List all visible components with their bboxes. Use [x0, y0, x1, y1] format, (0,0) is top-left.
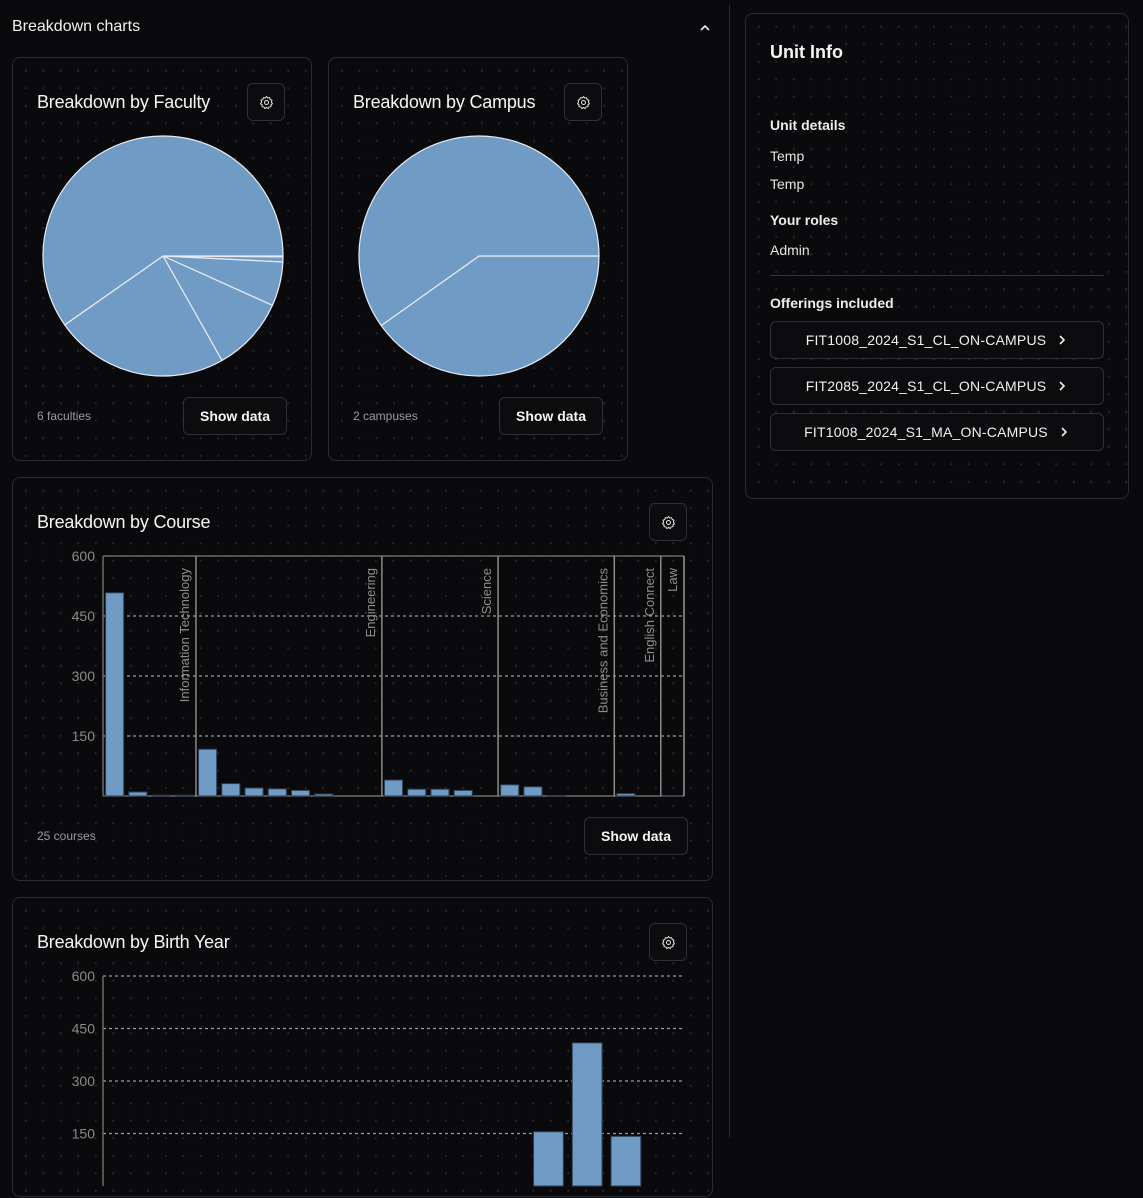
settings-button[interactable]: [564, 83, 602, 121]
offerings-heading: Offerings included: [770, 295, 894, 311]
bar[interactable]: [524, 787, 542, 796]
gear-icon: [661, 935, 676, 950]
campus-card: Breakdown by Campus 2 campuses Show data: [328, 57, 628, 461]
faculty-pie-chart: [39, 132, 287, 380]
bar[interactable]: [431, 789, 449, 796]
y-tick-label: 150: [72, 728, 96, 744]
bar[interactable]: [175, 795, 193, 796]
bar[interactable]: [129, 792, 147, 796]
settings-button[interactable]: [649, 923, 687, 961]
bar[interactable]: [572, 1043, 602, 1186]
show-data-button[interactable]: Show data: [499, 397, 603, 435]
bar[interactable]: [454, 790, 472, 796]
role-item: Admin: [770, 242, 810, 258]
y-tick-label: 300: [72, 668, 96, 684]
group-label: Law: [665, 567, 680, 591]
gear-icon: [259, 95, 274, 110]
collapse-button[interactable]: [696, 18, 714, 38]
show-data-button[interactable]: Show data: [584, 817, 688, 855]
bar[interactable]: [408, 789, 426, 796]
bar[interactable]: [268, 789, 286, 796]
settings-button[interactable]: [649, 503, 687, 541]
unit-details-heading: Unit details: [770, 117, 845, 133]
group-label: Business and Economics: [595, 568, 610, 714]
chevron-right-icon: [1058, 426, 1070, 438]
faculty-card: Breakdown by Faculty 6 faculties Show da…: [12, 57, 312, 461]
bar[interactable]: [199, 749, 217, 796]
birth-year-bar-chart: 150 300 450 600: [13, 958, 713, 1198]
divider: [770, 275, 1104, 276]
bar[interactable]: [611, 1136, 641, 1186]
group-label: Science: [479, 568, 494, 614]
card-title: Breakdown by Faculty: [37, 92, 210, 113]
card-title: Breakdown by Campus: [353, 92, 535, 113]
bar[interactable]: [152, 795, 170, 796]
show-data-button[interactable]: Show data: [183, 397, 287, 435]
unit-detail: Temp: [770, 148, 804, 164]
offering-label: FIT2085_2024_S1_CL_ON-CAMPUS: [806, 378, 1047, 394]
roles-heading: Your roles: [770, 212, 838, 228]
campus-count: 2 campuses: [353, 409, 418, 423]
section-title: Breakdown charts: [12, 18, 140, 36]
chevron-right-icon: [1056, 380, 1068, 392]
group-label: Engineering: [363, 568, 378, 637]
course-card: Breakdown by Course 150 300 450 600 Informat…: [12, 477, 713, 881]
course-bar-chart: 150 300 450 600 Information Technology Engine…: [13, 538, 713, 808]
card-title: Breakdown by Course: [37, 512, 210, 533]
unit-info-title: Unit Info: [770, 42, 843, 63]
course-count: 25 courses: [37, 829, 96, 843]
birth-year-card: Breakdown by Birth Year 150 300 450 600: [12, 897, 713, 1197]
bar[interactable]: [291, 790, 309, 796]
y-tick-label: 450: [72, 608, 96, 624]
bar[interactable]: [617, 794, 635, 796]
offering-button[interactable]: FIT1008_2024_S1_CL_ON-CAMPUS: [770, 321, 1104, 359]
offering-button[interactable]: FIT1008_2024_S1_MA_ON-CAMPUS: [770, 413, 1104, 451]
y-tick-label: 600: [72, 968, 96, 984]
y-tick-label: 300: [72, 1073, 96, 1089]
offering-label: FIT1008_2024_S1_MA_ON-CAMPUS: [804, 424, 1048, 440]
group-label: Information Technology: [177, 568, 192, 703]
settings-button[interactable]: [247, 83, 285, 121]
bar[interactable]: [501, 785, 519, 796]
bar[interactable]: [315, 794, 333, 796]
group-label: English Connect: [642, 568, 657, 663]
gear-icon: [661, 515, 676, 530]
offering-label: FIT1008_2024_S1_CL_ON-CAMPUS: [806, 332, 1047, 348]
unit-info-card: Unit Info Unit details Temp Temp Your ro…: [745, 13, 1129, 499]
y-tick-label: 450: [72, 1021, 96, 1037]
column-divider: [729, 5, 730, 1138]
offering-button[interactable]: FIT2085_2024_S1_CL_ON-CAMPUS: [770, 367, 1104, 405]
card-title: Breakdown by Birth Year: [37, 932, 230, 953]
chevron-right-icon: [1056, 334, 1068, 346]
y-tick-label: 150: [72, 1126, 96, 1142]
y-tick-label: 600: [72, 548, 96, 564]
unit-detail: Temp: [770, 176, 804, 192]
bar[interactable]: [222, 784, 240, 796]
bar[interactable]: [384, 780, 402, 796]
campus-pie-chart: [355, 132, 603, 380]
bar[interactable]: [245, 788, 263, 796]
chevron-up-icon: [696, 18, 714, 38]
bar[interactable]: [106, 593, 124, 796]
faculty-count: 6 faculties: [37, 409, 91, 423]
bar[interactable]: [534, 1132, 564, 1186]
gear-icon: [576, 95, 591, 110]
